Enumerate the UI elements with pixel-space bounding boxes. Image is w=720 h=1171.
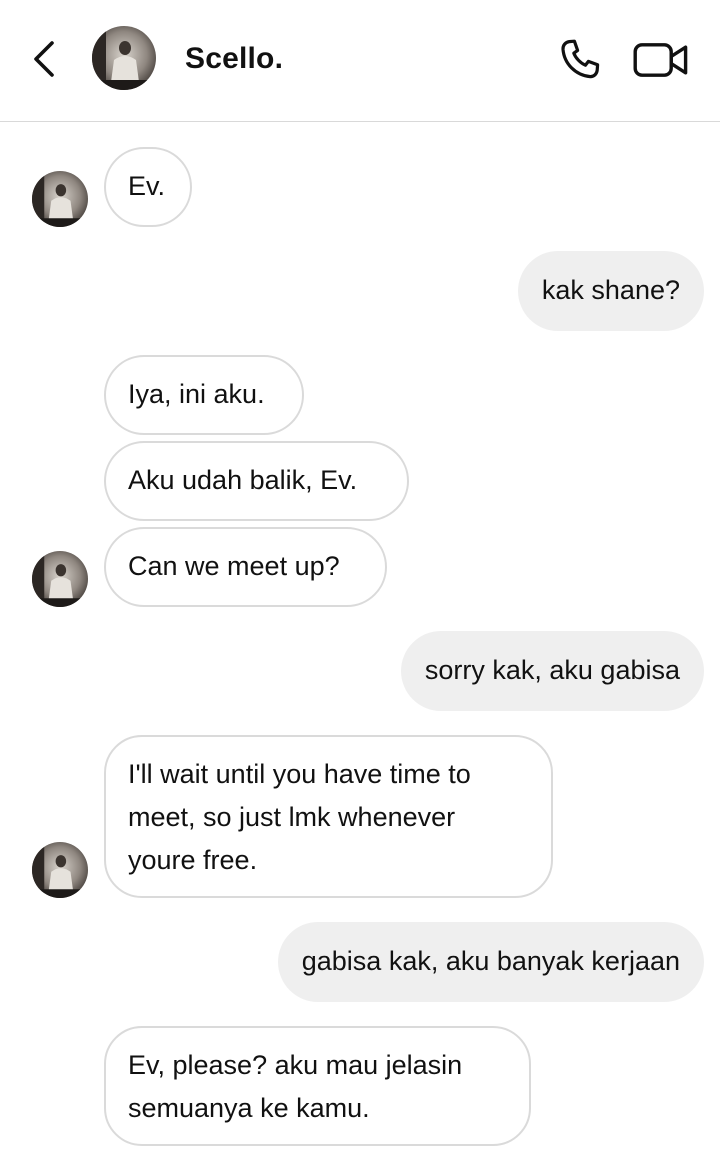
- sender-avatar[interactable]: [32, 842, 88, 898]
- chat-header: Scello.: [0, 0, 720, 122]
- message-incoming[interactable]: I'll wait until you have time to meet, s…: [104, 735, 553, 898]
- video-camera-icon: [633, 43, 688, 77]
- phone-icon: [561, 39, 600, 79]
- audio-call-button[interactable]: [556, 36, 604, 84]
- message-incoming[interactable]: Iya, ini aku.: [104, 355, 304, 435]
- chevron-left-icon: [34, 41, 54, 77]
- video-call-button[interactable]: [632, 36, 692, 84]
- message-outgoing[interactable]: kak shane?: [517, 251, 704, 331]
- sender-avatar[interactable]: [32, 171, 88, 227]
- message-incoming[interactable]: Aku udah balik, Ev.: [104, 441, 409, 521]
- message-outgoing[interactable]: gabisa kak, aku banyak kerjaan: [277, 922, 704, 1002]
- message-incoming[interactable]: Ev.: [104, 147, 192, 227]
- back-button[interactable]: [28, 38, 60, 80]
- message-incoming[interactable]: Ev, please? aku mau jelasin semuanya ke …: [104, 1026, 531, 1146]
- message-outgoing[interactable]: sorry kak, aku gabisa: [400, 631, 704, 711]
- sender-avatar[interactable]: [32, 551, 88, 607]
- contact-name[interactable]: Scello.: [185, 42, 283, 76]
- message-incoming[interactable]: Can we meet up?: [104, 527, 387, 607]
- header-avatar[interactable]: [92, 26, 156, 90]
